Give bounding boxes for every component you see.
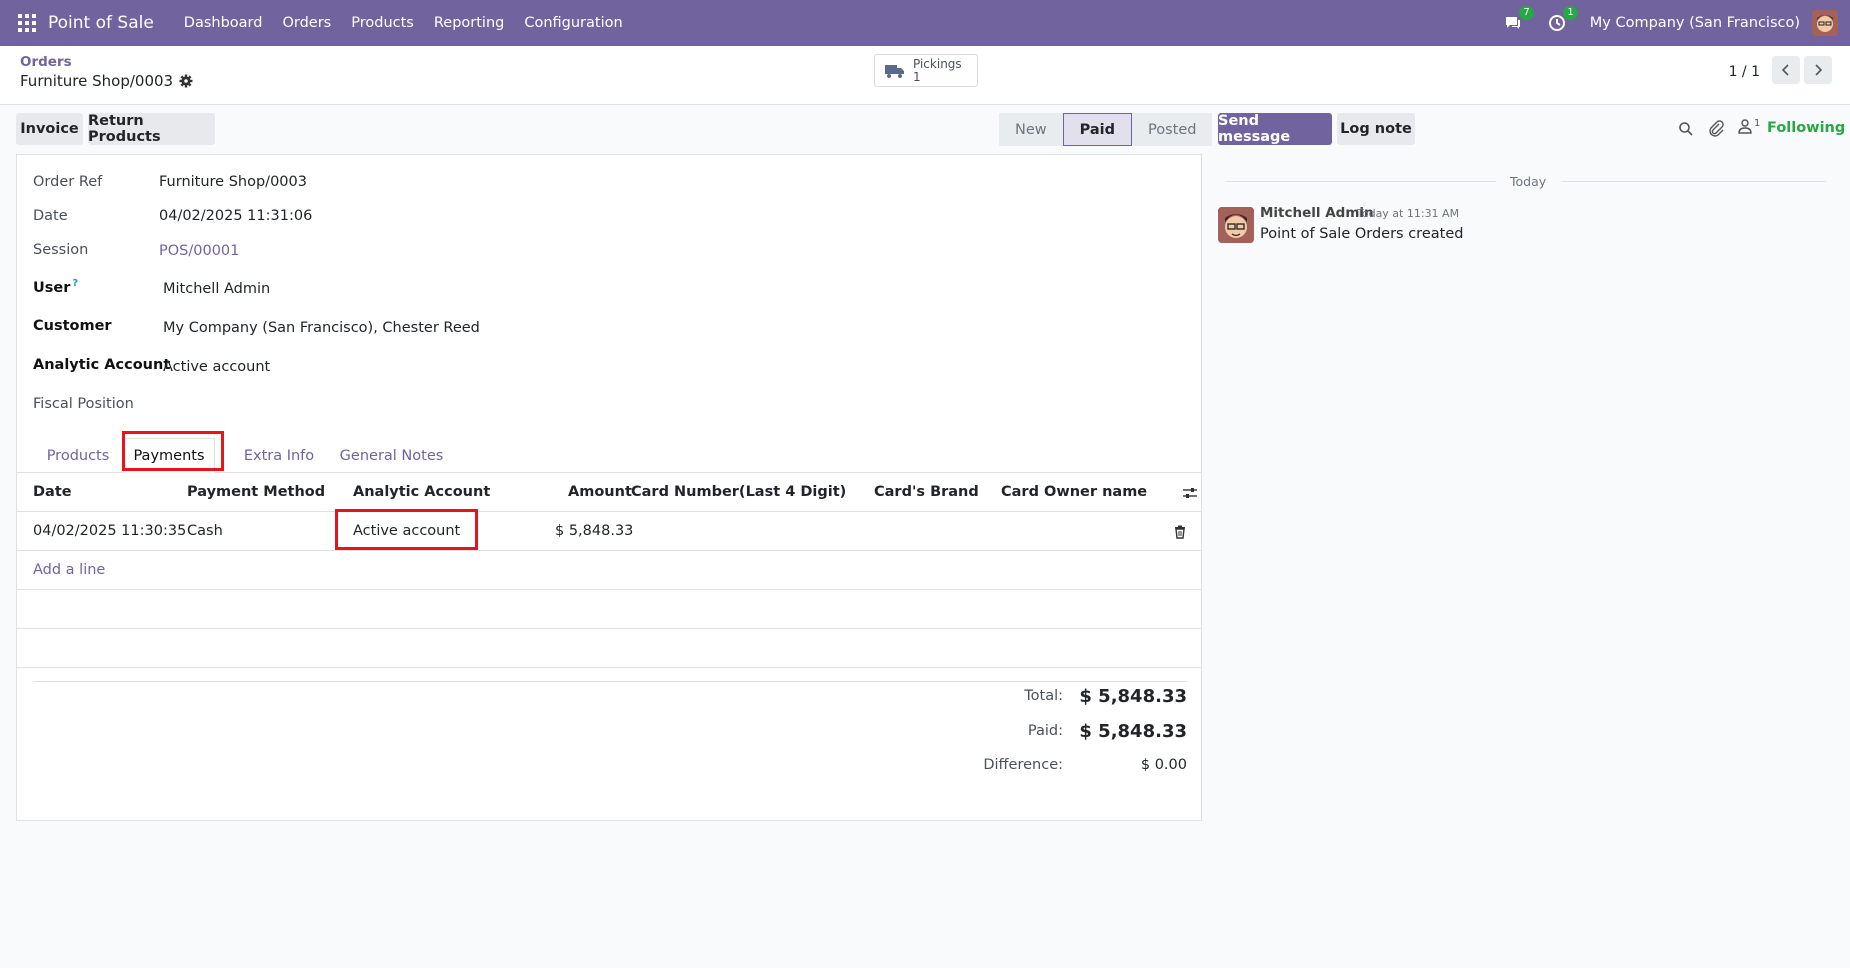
table-row[interactable]: 04/02/2025 11:30:35 Cash Active account … bbox=[17, 513, 1201, 551]
col-payment-method[interactable]: Payment Method bbox=[187, 484, 325, 500]
customer-field[interactable]: My Company (San Francisco), Chester Reed bbox=[163, 320, 480, 336]
col-card-brand[interactable]: Card's Brand bbox=[874, 484, 979, 500]
tab-extra-info[interactable]: Extra Info bbox=[229, 438, 329, 473]
difference-value: $ 0.00 bbox=[1140, 757, 1187, 773]
user-help-tooltip[interactable]: ? bbox=[72, 278, 78, 289]
totals-divider bbox=[33, 681, 1187, 682]
date-value: 04/02/2025 11:31:06 bbox=[159, 208, 313, 224]
apps-menu-icon[interactable] bbox=[18, 14, 36, 32]
payment-method: Cash bbox=[187, 523, 223, 539]
messages-count-badge: 7 bbox=[1519, 6, 1534, 20]
message-time: Today at 11:31 AM bbox=[1357, 207, 1460, 220]
paid-value: $ 5,848.33 bbox=[1079, 721, 1187, 742]
order-ref-label: Order Ref bbox=[33, 174, 103, 190]
payment-amount: $ 5,848.33 bbox=[555, 523, 634, 539]
session-link[interactable]: POS/00001 bbox=[159, 243, 239, 259]
col-card-owner[interactable]: Card Owner name bbox=[1001, 484, 1147, 500]
analytic-account-field[interactable]: Active account bbox=[163, 359, 270, 375]
followers-button[interactable]: 1 bbox=[1738, 118, 1760, 134]
add-line-link[interactable]: Add a line bbox=[33, 562, 105, 578]
nav-orders[interactable]: Orders bbox=[282, 15, 331, 31]
pager-next-button[interactable] bbox=[1804, 56, 1832, 84]
top-navbar: Point of Sale Dashboard Orders Products … bbox=[0, 0, 1850, 46]
chevron-right-icon bbox=[1815, 64, 1823, 76]
payments-table-header: Date Payment Method Analytic Account Amo… bbox=[17, 474, 1201, 512]
user-icon bbox=[1738, 119, 1752, 134]
date-separator: Today bbox=[1510, 174, 1547, 189]
activities-icon[interactable]: 1 bbox=[1546, 6, 1578, 34]
status-posted: Posted bbox=[1132, 113, 1213, 146]
following-button[interactable]: Following bbox=[1767, 120, 1845, 136]
session-label: Session bbox=[33, 242, 89, 258]
difference-label: Difference: bbox=[983, 757, 1063, 773]
breadcrumb-orders[interactable]: Orders bbox=[20, 54, 72, 70]
status-new: New bbox=[999, 113, 1063, 146]
user-avatar[interactable] bbox=[1812, 10, 1838, 36]
status-paid: Paid bbox=[1062, 113, 1133, 146]
date-label: Date bbox=[33, 208, 68, 224]
tab-products[interactable]: Products bbox=[33, 438, 123, 473]
search-icon[interactable] bbox=[1678, 121, 1694, 137]
pickings-label: Pickings bbox=[913, 56, 962, 71]
avatar[interactable] bbox=[1218, 207, 1254, 243]
user-label: User? bbox=[33, 278, 79, 296]
fiscal-position-label: Fiscal Position bbox=[33, 396, 134, 412]
log-note-button[interactable]: Log note bbox=[1337, 113, 1415, 145]
truck-icon bbox=[885, 64, 904, 78]
breadcrumb-current: Furniture Shop/0003 bbox=[20, 72, 193, 90]
followers-count: 1 bbox=[1754, 118, 1761, 129]
nav-dashboard[interactable]: Dashboard bbox=[184, 15, 263, 31]
col-card-number[interactable]: Card Number(Last 4 Digit) bbox=[631, 484, 846, 500]
order-ref-value: Furniture Shop/0003 bbox=[159, 174, 307, 190]
date-divider-right bbox=[1562, 181, 1826, 182]
total-value: $ 5,848.33 bbox=[1079, 686, 1187, 707]
app-name[interactable]: Point of Sale bbox=[48, 13, 154, 33]
col-analytic-account[interactable]: Analytic Account bbox=[353, 484, 490, 500]
company-switcher[interactable]: My Company (San Francisco) bbox=[1590, 15, 1800, 31]
status-bar: New Paid Posted bbox=[999, 113, 1213, 146]
highlight-analytic-account-cell bbox=[335, 509, 478, 550]
gear-icon[interactable] bbox=[179, 74, 193, 88]
paid-label: Paid: bbox=[1027, 723, 1063, 739]
tab-general-notes[interactable]: General Notes bbox=[329, 438, 454, 473]
empty-row bbox=[17, 630, 1201, 668]
pickings-count: 1 bbox=[913, 69, 921, 84]
user-field[interactable]: Mitchell Admin bbox=[163, 281, 270, 297]
paperclip-icon[interactable] bbox=[1708, 120, 1724, 138]
empty-row bbox=[17, 591, 1201, 629]
nav-products[interactable]: Products bbox=[351, 15, 414, 31]
form-sheet: Order Ref Furniture Shop/0003 Date 04/02… bbox=[16, 154, 1202, 821]
return-products-button[interactable]: Return Products bbox=[88, 113, 215, 145]
highlight-payments-tab bbox=[122, 431, 224, 471]
pickings-smart-button[interactable]: Pickings 1 bbox=[874, 54, 978, 87]
analytic-account-label: Analytic Account bbox=[33, 357, 171, 373]
pager-previous-button[interactable] bbox=[1772, 56, 1800, 84]
invoice-button[interactable]: Invoice bbox=[16, 113, 83, 145]
chevron-left-icon bbox=[1781, 64, 1789, 76]
col-amount[interactable]: Amount bbox=[568, 484, 632, 500]
nav-configuration[interactable]: Configuration bbox=[524, 15, 622, 31]
record-name: Furniture Shop/0003 bbox=[20, 72, 174, 90]
messages-icon[interactable]: 7 bbox=[1502, 6, 1534, 34]
activities-count-badge: 1 bbox=[1563, 6, 1578, 20]
nav-reporting[interactable]: Reporting bbox=[434, 15, 505, 31]
pager-value[interactable]: 1 / 1 bbox=[1729, 64, 1760, 80]
add-line-row: Add a line bbox=[17, 552, 1201, 590]
total-label: Total: bbox=[1024, 688, 1063, 704]
date-divider-left bbox=[1226, 181, 1496, 182]
fiscal-position-field[interactable] bbox=[163, 396, 463, 416]
payment-date: 04/02/2025 11:30:35 bbox=[33, 523, 187, 539]
send-message-button[interactable]: Send message bbox=[1218, 113, 1332, 145]
trash-icon[interactable] bbox=[1174, 525, 1186, 539]
optional-columns-icon[interactable] bbox=[1182, 486, 1198, 500]
control-panel: Orders Furniture Shop/0003 Pickings 1 1 … bbox=[0, 46, 1850, 105]
message-body: Point of Sale Orders created bbox=[1260, 226, 1464, 242]
customer-label: Customer bbox=[33, 318, 112, 334]
col-date[interactable]: Date bbox=[33, 484, 72, 500]
